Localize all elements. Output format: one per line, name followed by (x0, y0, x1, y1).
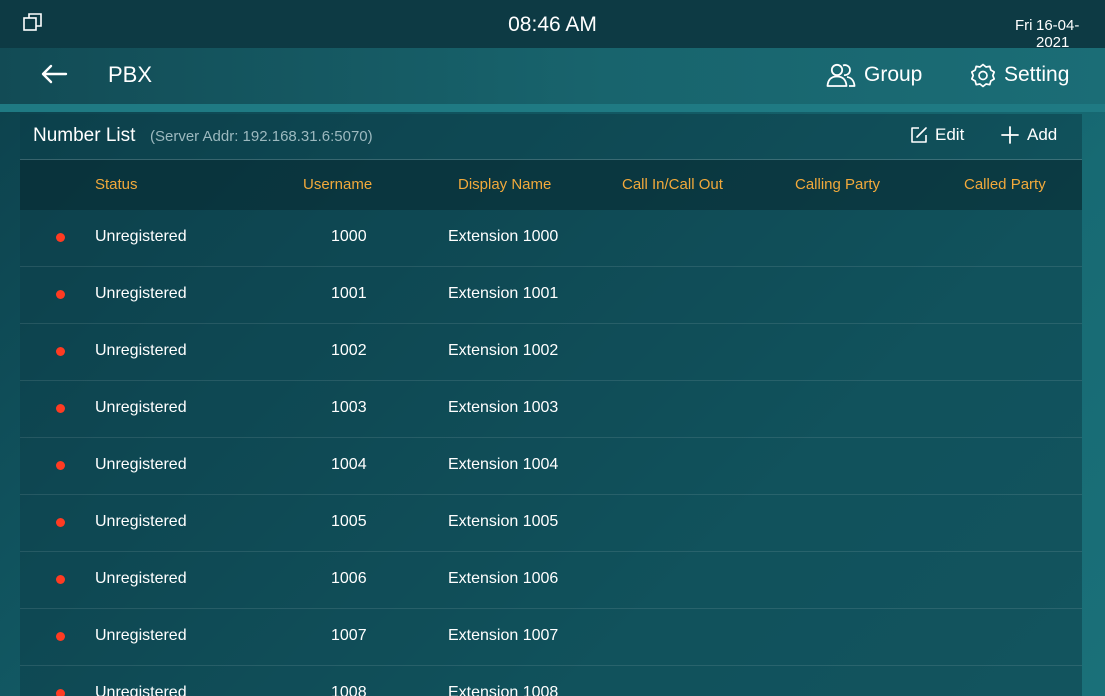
column-username: Username (303, 176, 373, 193)
table-row[interactable]: Unregistered 1003 Extension 1003 (20, 381, 1082, 438)
column-called-party: Called Party (964, 176, 1046, 193)
add-button[interactable]: Add (1000, 125, 1057, 145)
cell-status: Unregistered (95, 570, 187, 587)
column-display-name: Display Name (458, 176, 552, 193)
cell-display-name: Extension 1007 (448, 627, 559, 644)
page-title: PBX (108, 62, 153, 87)
setting-label: Setting (1004, 63, 1070, 86)
cell-display-name: Extension 1000 (448, 228, 559, 245)
cell-status: Unregistered (95, 228, 187, 245)
plus-icon (1001, 126, 1019, 144)
cell-status: Unregistered (95, 399, 187, 416)
cell-username: 1001 (331, 285, 367, 302)
group-button[interactable]: Group (826, 60, 922, 90)
cell-display-name: Extension 1008 (448, 684, 559, 696)
cell-username: 1008 (331, 684, 367, 696)
table-row[interactable]: Unregistered 1000 Extension 1000 (20, 210, 1082, 267)
header-divider (0, 104, 1105, 112)
status-dot (56, 689, 65, 696)
column-status: Status (95, 176, 138, 193)
cell-display-name: Extension 1005 (448, 513, 559, 530)
cell-status: Unregistered (95, 456, 187, 473)
cell-display-name: Extension 1004 (448, 456, 559, 473)
column-calling-party: Calling Party (795, 176, 881, 193)
setting-button[interactable]: Setting (970, 60, 1069, 90)
cell-username: 1007 (331, 627, 367, 644)
cell-status: Unregistered (95, 684, 187, 696)
cell-username: 1005 (331, 513, 367, 530)
number-list-panel: Number List (Server Addr: 192.168.31.6:5… (20, 114, 1082, 696)
arrow-left-icon[interactable] (40, 62, 68, 86)
table-row[interactable]: Unregistered 1006 Extension 1006 (20, 552, 1082, 609)
panel-title: Number List (33, 125, 136, 146)
table-row[interactable]: Unregistered 1007 Extension 1007 (20, 609, 1082, 666)
table-row[interactable]: Unregistered 1002 Extension 1002 (20, 324, 1082, 381)
table-row[interactable]: Unregistered 1005 Extension 1005 (20, 495, 1082, 552)
table-row[interactable]: Unregistered 1004 Extension 1004 (20, 438, 1082, 495)
edit-label: Edit (935, 125, 965, 144)
cell-username: 1006 (331, 570, 367, 587)
group-label: Group (864, 63, 923, 86)
panel-header: Number List (Server Addr: 192.168.31.6:5… (20, 114, 1082, 160)
cell-status: Unregistered (95, 627, 187, 644)
cell-username: 1002 (331, 342, 367, 359)
add-label: Add (1027, 125, 1058, 144)
status-dot (56, 518, 65, 527)
cell-display-name: Extension 1003 (448, 399, 559, 416)
group-icon (826, 63, 856, 87)
status-bar: 08:46 AM Fri 16-04-2021 (0, 0, 1105, 51)
number-list: Unregistered 1000 Extension 1000 Unregis… (20, 210, 1082, 696)
status-dot (56, 290, 65, 299)
clock: 08:46 AM (508, 13, 597, 36)
cell-username: 1004 (331, 456, 367, 473)
cell-username: 1000 (331, 228, 367, 245)
date-label: 16-04-2021 (1036, 17, 1080, 51)
status-dot (56, 347, 65, 356)
table-row[interactable]: Unregistered 1008 Extension 1008 (20, 666, 1082, 696)
edit-icon (911, 127, 927, 143)
status-dot (56, 404, 65, 413)
edit-button[interactable]: Edit (910, 125, 964, 145)
cell-status: Unregistered (95, 342, 187, 359)
cell-display-name: Extension 1001 (448, 285, 559, 302)
table-row[interactable]: Unregistered 1001 Extension 1001 (20, 267, 1082, 324)
cell-username: 1003 (331, 399, 367, 416)
cell-status: Unregistered (95, 513, 187, 530)
status-dot (56, 461, 65, 470)
table-header: Status Username Display Name Call In/Cal… (20, 160, 1082, 210)
cell-display-name: Extension 1006 (448, 570, 559, 587)
cell-display-name: Extension 1002 (448, 342, 559, 359)
server-address: (Server Addr: 192.168.31.6:5070) (150, 128, 373, 145)
status-dot (56, 233, 65, 242)
column-call-in-out: Call In/Call Out (622, 176, 723, 193)
cell-status: Unregistered (95, 285, 187, 302)
day-label: Fri (1015, 17, 1033, 34)
app-header: PBX Group Setting (0, 48, 1105, 104)
status-dot (56, 575, 65, 584)
status-dot (56, 632, 65, 641)
gear-icon (970, 63, 996, 88)
